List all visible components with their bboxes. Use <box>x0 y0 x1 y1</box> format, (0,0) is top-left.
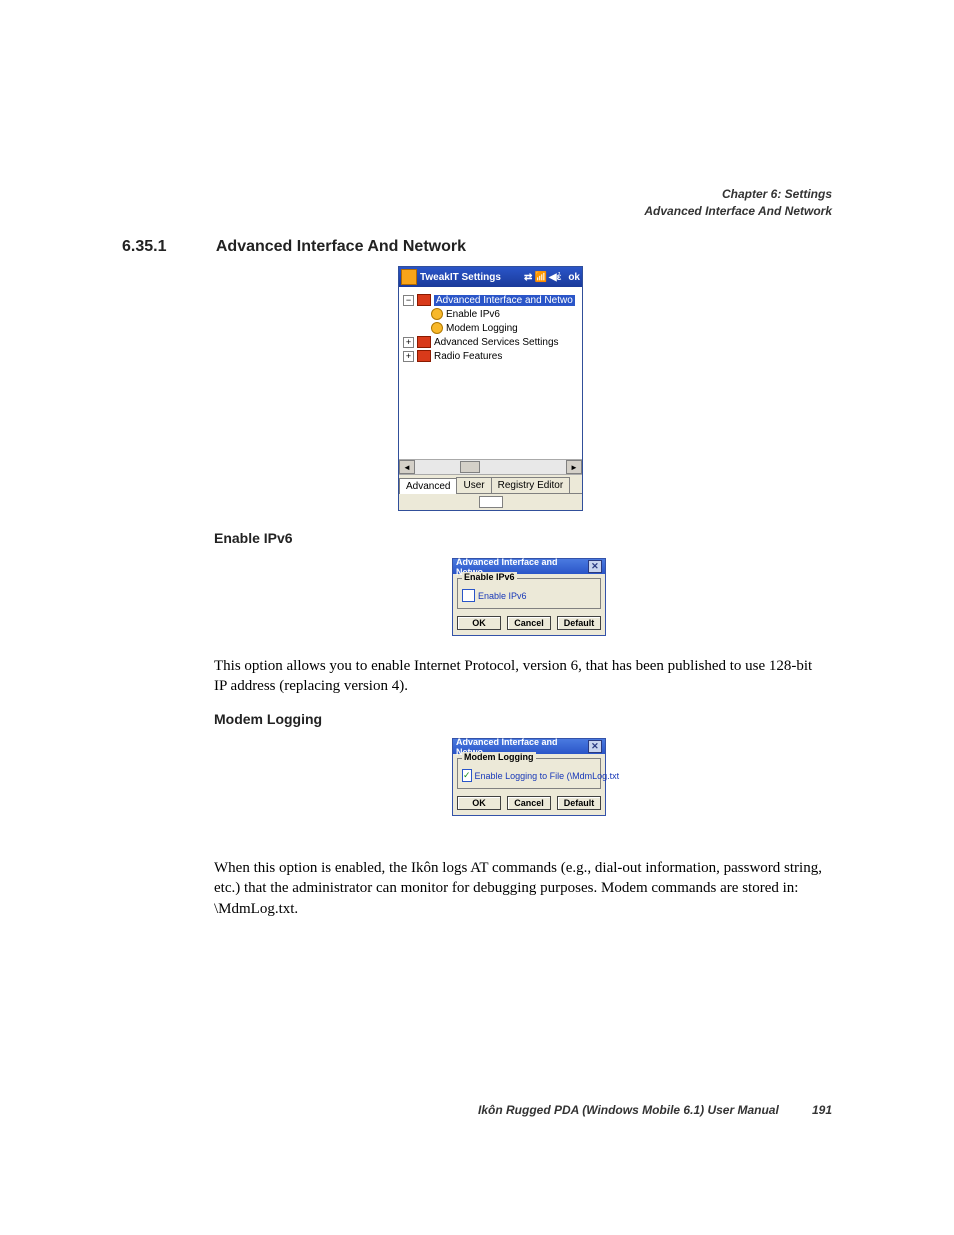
footer-manual-title: Ikôn Rugged PDA (Windows Mobile 6.1) Use… <box>478 1103 779 1117</box>
enable-ipv6-group: Enable IPv6 Enable IPv6 <box>457 578 601 609</box>
header-chapter: Chapter 6: Settings <box>644 186 832 203</box>
section-number: 6.35.1 <box>122 238 212 256</box>
close-icon[interactable]: ✕ <box>588 740 602 753</box>
tree-node-advanced-interface[interactable]: Advanced Interface and Netwo <box>434 295 575 306</box>
default-button[interactable]: Default <box>557 616 601 630</box>
enable-ipv6-description: This option allows you to enable Interne… <box>214 656 826 697</box>
ok-button[interactable]: OK <box>457 616 501 630</box>
keyboard-icon[interactable] <box>479 496 503 508</box>
scroll-right-arrow[interactable]: ► <box>566 460 582 474</box>
volume-icon: ◀ἐ <box>549 272 561 283</box>
subheading-modem-logging: Modem Logging <box>214 711 322 727</box>
ok-button[interactable]: ok <box>568 272 580 283</box>
enable-ipv6-checkbox[interactable] <box>462 589 475 602</box>
footer-page-number: 191 <box>812 1103 832 1117</box>
status-icons: ⇄ 📶 ◀ἐ <box>524 272 561 283</box>
default-button[interactable]: Default <box>557 796 601 810</box>
horizontal-scrollbar[interactable]: ◄ ► <box>399 459 582 474</box>
modem-logging-description: When this option is enabled, the Ikôn lo… <box>214 858 828 919</box>
expand-toggle[interactable]: − <box>403 295 414 306</box>
gear-icon <box>431 322 443 334</box>
section-heading: 6.35.1 Advanced Interface And Network <box>122 238 466 256</box>
folder-icon <box>417 294 431 306</box>
enable-ipv6-dialog: Advanced Interface and Netwo… ✕ Enable I… <box>452 558 606 636</box>
tree-node-advanced-services[interactable]: Advanced Services Settings <box>434 337 559 348</box>
folder-icon <box>417 336 431 348</box>
folder-icon <box>417 350 431 362</box>
tweakit-settings-window: TweakIT Settings ⇄ 📶 ◀ἐ ok − Advanced In… <box>398 266 583 511</box>
gear-icon <box>431 308 443 320</box>
dialog-buttons: OK Cancel Default <box>453 793 605 815</box>
enable-logging-checkbox[interactable]: ✓ <box>462 769 472 782</box>
ok-button[interactable]: OK <box>457 796 501 810</box>
signal-icon: 📶 <box>534 272 546 283</box>
group-legend: Enable IPv6 <box>462 572 517 582</box>
expand-toggle[interactable]: + <box>403 351 414 362</box>
cancel-button[interactable]: Cancel <box>507 796 551 810</box>
header-section: Advanced Interface And Network <box>644 203 832 220</box>
modem-logging-dialog: Advanced Interface and Netwo… ✕ Modem Lo… <box>452 738 606 816</box>
group-legend: Modem Logging <box>462 752 536 762</box>
dialog-buttons: OK Cancel Default <box>453 613 605 635</box>
tree-node-modem-logging[interactable]: Modem Logging <box>446 323 518 334</box>
enable-logging-checkbox-label: Enable Logging to File (\MdmLog.txt <box>475 771 620 781</box>
cancel-button[interactable]: Cancel <box>507 616 551 630</box>
close-icon[interactable]: ✕ <box>588 560 602 573</box>
page-header: Chapter 6: Settings Advanced Interface A… <box>644 186 832 220</box>
enable-ipv6-checkbox-label: Enable IPv6 <box>478 591 527 601</box>
tab-user[interactable]: User <box>456 477 491 493</box>
scroll-thumb[interactable] <box>460 461 480 473</box>
connectivity-icon: ⇄ <box>524 272 532 283</box>
tab-bar: Advanced User Registry Editor <box>399 474 582 493</box>
section-title: Advanced Interface And Network <box>216 238 466 255</box>
modem-logging-group: Modem Logging ✓ Enable Logging to File (… <box>457 758 601 789</box>
app-icon <box>401 269 417 285</box>
scroll-track[interactable] <box>415 460 566 474</box>
soft-keyboard-bar <box>399 493 582 510</box>
subheading-enable-ipv6: Enable IPv6 <box>214 530 293 546</box>
tab-registry-editor[interactable]: Registry Editor <box>491 477 571 493</box>
scroll-left-arrow[interactable]: ◄ <box>399 460 415 474</box>
window-title: TweakIT Settings <box>420 272 501 283</box>
settings-tree[interactable]: − Advanced Interface and Netwo Enable IP… <box>399 287 582 459</box>
window-titlebar: TweakIT Settings ⇄ 📶 ◀ἐ ok <box>399 267 582 287</box>
tree-node-enable-ipv6[interactable]: Enable IPv6 <box>446 309 500 320</box>
tree-node-radio-features[interactable]: Radio Features <box>434 351 502 362</box>
tab-advanced[interactable]: Advanced <box>399 478 457 494</box>
expand-toggle[interactable]: + <box>403 337 414 348</box>
